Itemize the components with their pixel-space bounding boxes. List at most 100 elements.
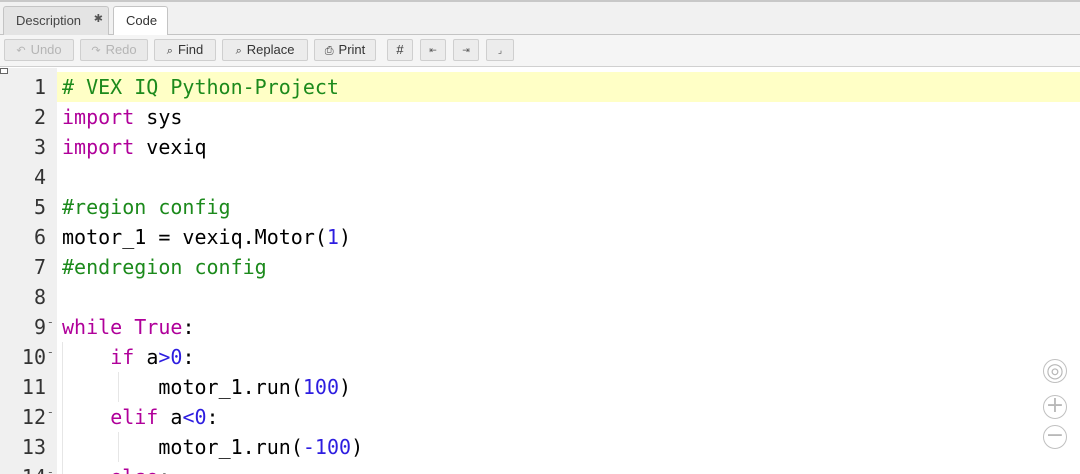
code-token-text: #endregion config bbox=[62, 255, 267, 279]
indent-guide bbox=[118, 432, 119, 462]
code-token-kw: import bbox=[62, 135, 135, 159]
code-token-kw: if bbox=[110, 345, 135, 369]
redo-label: Redo bbox=[105, 42, 137, 57]
code-line[interactable]: #endregion config bbox=[62, 252, 267, 282]
line-number: 10- bbox=[0, 342, 57, 372]
locate-icon[interactable]: ◎ bbox=[1043, 359, 1067, 383]
toggle-comment-button[interactable]: # bbox=[387, 39, 413, 61]
tab-code-label: Code bbox=[126, 13, 158, 28]
print-label: Print bbox=[338, 42, 366, 57]
fold-toggle-icon[interactable]: - bbox=[47, 457, 54, 474]
code-line[interactable]: motor_1.run(100) bbox=[158, 372, 351, 402]
line-number-text: 4 bbox=[33, 165, 46, 189]
code-token-op: < bbox=[182, 405, 195, 429]
line-number-text: 9 bbox=[33, 315, 46, 339]
tab-description[interactable]: Description ✱ bbox=[3, 6, 109, 35]
code-line[interactable]: #region config bbox=[62, 192, 231, 222]
code-token-num: 0 bbox=[170, 345, 183, 369]
search-icon: ⌕ bbox=[235, 45, 242, 57]
code-token-kw2: True bbox=[134, 315, 183, 339]
zoom-in-icon[interactable]: + bbox=[1043, 395, 1067, 419]
replace-label: Replace bbox=[246, 42, 295, 57]
line-number: 7 bbox=[0, 252, 57, 282]
line-number: 5 bbox=[0, 192, 57, 222]
code-token-op: > bbox=[158, 345, 171, 369]
search-icon: ⌕ bbox=[166, 45, 173, 57]
format-button[interactable]: ⌟ bbox=[486, 39, 514, 61]
code-token-pre: motor_1 = vexiq.Motor( bbox=[62, 225, 327, 249]
line-number-text: 14 bbox=[22, 462, 46, 474]
code-line[interactable]: motor_1.run(-100) bbox=[158, 432, 363, 462]
redo-icon: ↷ bbox=[91, 45, 101, 57]
code-token-kw: while bbox=[62, 315, 123, 339]
tab-bar: Description ✱ Code bbox=[0, 2, 1080, 36]
code-line[interactable]: elif a<0: bbox=[110, 402, 218, 432]
code-token-num: 1 bbox=[326, 225, 339, 249]
code-line[interactable]: motor_1 = vexiq.Motor(1) bbox=[62, 222, 351, 252]
code-token-num: -100 bbox=[302, 435, 352, 459]
line-number: 2 bbox=[0, 102, 57, 132]
code-token-pre: a bbox=[158, 405, 183, 429]
code-token-kw: import bbox=[62, 105, 135, 129]
line-number-text: 13 bbox=[21, 435, 46, 459]
code-token-post: : bbox=[182, 345, 195, 369]
replace-button[interactable]: ⌕ Replace bbox=[222, 39, 308, 61]
code-token-rest: sys bbox=[134, 105, 183, 129]
hash-label: # bbox=[396, 42, 404, 57]
code-line[interactable]: import vexiq bbox=[62, 132, 207, 162]
code-token-pre: motor_1.run( bbox=[158, 435, 303, 459]
zoom-out-icon[interactable]: − bbox=[1043, 425, 1067, 449]
code-token-post: ) bbox=[351, 435, 364, 459]
editor-toolbar: ↶ Undo ↷ Redo ⌕ Find ⌕ Replace ⎙ Print # ⇤ ⇥ … bbox=[0, 35, 1080, 67]
code-line[interactable]: else: bbox=[110, 462, 170, 474]
code-token-post: : bbox=[158, 465, 170, 474]
line-number: 1 bbox=[0, 72, 57, 102]
line-number-text: 8 bbox=[33, 285, 46, 309]
code-token-pre: a bbox=[134, 345, 159, 369]
format-icon: ⌟ bbox=[497, 45, 503, 55]
line-number-text: 10 bbox=[21, 345, 46, 369]
line-number-text: 12 bbox=[21, 405, 46, 429]
outdent-button[interactable]: ⇤ bbox=[420, 39, 446, 61]
code-token-text: # VEX IQ Python-Project bbox=[62, 75, 339, 99]
line-number-text: 6 bbox=[33, 225, 46, 249]
line-number: 3 bbox=[0, 132, 57, 162]
line-number: 4 bbox=[0, 162, 57, 192]
pin-icon[interactable]: ✱ bbox=[94, 5, 103, 33]
code-token-post: : bbox=[206, 405, 219, 429]
undo-icon: ↶ bbox=[16, 45, 26, 57]
tab-description-label: Description bbox=[16, 13, 82, 28]
code-token-num: 100 bbox=[302, 375, 340, 399]
undo-label: Undo bbox=[30, 42, 62, 57]
indent-button[interactable]: ⇥ bbox=[453, 39, 479, 61]
code-token-pre: motor_1.run( bbox=[158, 375, 303, 399]
code-token-text: #region config bbox=[62, 195, 231, 219]
code-line[interactable]: import sys bbox=[62, 102, 182, 132]
fold-toggle-icon[interactable]: - bbox=[47, 337, 54, 367]
code-token-num: 0 bbox=[194, 405, 207, 429]
fold-toggle-icon[interactable]: - bbox=[47, 307, 54, 337]
line-number: 14- bbox=[0, 462, 57, 474]
fold-toggle-icon[interactable]: - bbox=[47, 397, 54, 427]
print-icon: ⎙ bbox=[324, 45, 334, 57]
line-number: 6 bbox=[0, 222, 57, 252]
outdent-icon: ⇤ bbox=[429, 45, 437, 55]
line-number-text: 11 bbox=[21, 375, 46, 399]
code-editor[interactable]: 123456789-10-1112-1314- # VEX IQ Python-… bbox=[0, 68, 1080, 474]
code-line[interactable]: # VEX IQ Python-Project bbox=[62, 72, 339, 102]
code-token-post: ) bbox=[339, 375, 352, 399]
find-label: Find bbox=[177, 42, 204, 57]
redo-button[interactable]: ↷ Redo bbox=[80, 39, 148, 61]
code-line[interactable]: while True: bbox=[62, 312, 194, 342]
undo-button[interactable]: ↶ Undo bbox=[4, 39, 74, 61]
code-token-post: ) bbox=[338, 225, 351, 249]
tab-code[interactable]: Code bbox=[113, 6, 168, 36]
code-line[interactable]: if a>0: bbox=[110, 342, 194, 372]
line-number-text: 7 bbox=[33, 255, 46, 279]
indent-guide bbox=[62, 342, 63, 474]
find-button[interactable]: ⌕ Find bbox=[154, 39, 216, 61]
print-button[interactable]: ⎙ Print bbox=[314, 39, 376, 61]
code-token-post: : bbox=[182, 315, 195, 339]
indent-guide bbox=[118, 372, 119, 402]
line-number: 12- bbox=[0, 402, 57, 432]
